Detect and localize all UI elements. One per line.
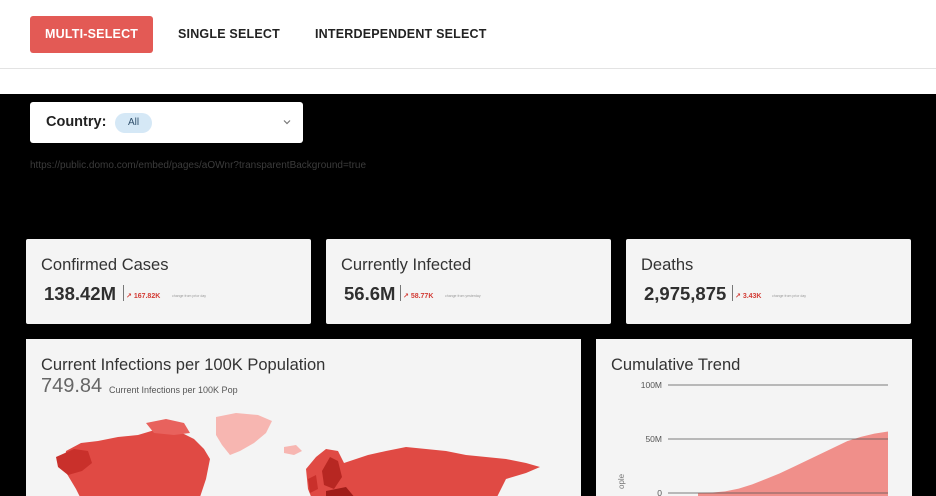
kpi-delta-value: 167.82K — [133, 293, 161, 300]
kpi-delta: ↗ 3.43K — [735, 293, 762, 300]
kpi-card-confirmed-cases: Confirmed Cases 138.42M ↗ 167.82K change… — [26, 239, 311, 324]
trend-y-tick-label: 0 — [657, 488, 662, 496]
map-region-greenland — [216, 413, 272, 455]
country-filter-label: Country: — [46, 114, 107, 130]
kpi-value: 2,975,875 — [644, 283, 727, 304]
kpi-divider — [123, 285, 124, 301]
country-selected-chip[interactable]: All — [115, 113, 152, 133]
trend-y-label: ople — [617, 473, 626, 489]
chevron-down-icon[interactable] — [281, 116, 293, 128]
kpi-delta-note: change from prior day — [172, 294, 207, 298]
kpi-title: Deaths — [641, 256, 694, 274]
map-region-iceland — [284, 445, 302, 455]
kpi-delta-value: 3.43K — [742, 293, 762, 300]
country-filter-dropdown[interactable]: Country: All — [30, 102, 303, 143]
trend-chart[interactable]: ople 100M 50M 0 — [596, 339, 912, 496]
kpi-delta: ↗ 167.82K — [126, 293, 161, 300]
top-tab-bar: MULTI-SELECT SINGLE SELECT INTERDEPENDEN… — [0, 0, 936, 69]
trend-area-series[interactable] — [698, 431, 888, 496]
world-map[interactable] — [26, 339, 581, 496]
dashboard-embed: Country: All https://public.domo.com/emb… — [0, 94, 936, 496]
kpi-title: Confirmed Cases — [41, 256, 169, 274]
kpi-value: 56.6M — [344, 283, 396, 304]
kpi-divider — [732, 285, 733, 301]
kpi-card-deaths: Deaths 2,975,875 ↗ 3.43K change from pri… — [626, 239, 911, 324]
cumulative-trend-card: Cumulative Trend ople 100M 50M 0 — [596, 339, 912, 496]
tab-single-select[interactable]: SINGLE SELECT — [178, 16, 280, 53]
kpi-delta: ↗ 58.77K — [403, 293, 434, 300]
tab-interdependent-select[interactable]: INTERDEPENDENT SELECT — [315, 16, 487, 53]
kpi-delta-value: 58.77K — [410, 293, 434, 300]
tab-multi-select[interactable]: MULTI-SELECT — [30, 16, 154, 53]
kpi-card-currently-infected: Currently Infected 56.6M ↗ 58.77K change… — [326, 239, 611, 324]
infections-map-card: Current Infections per 100K Population 7… — [26, 339, 581, 496]
kpi-delta-note: change from prior day — [772, 294, 807, 298]
kpi-value: 138.42M — [44, 283, 116, 304]
trend-y-tick-label: 50M — [645, 434, 662, 444]
kpi-title: Currently Infected — [341, 256, 472, 274]
kpi-delta-note: change from yesterday — [445, 294, 481, 298]
kpi-divider — [400, 285, 401, 301]
embed-url-text: https://public.domo.com/embed/pages/aOWn… — [30, 160, 367, 171]
trend-y-tick-label: 100M — [641, 380, 662, 390]
